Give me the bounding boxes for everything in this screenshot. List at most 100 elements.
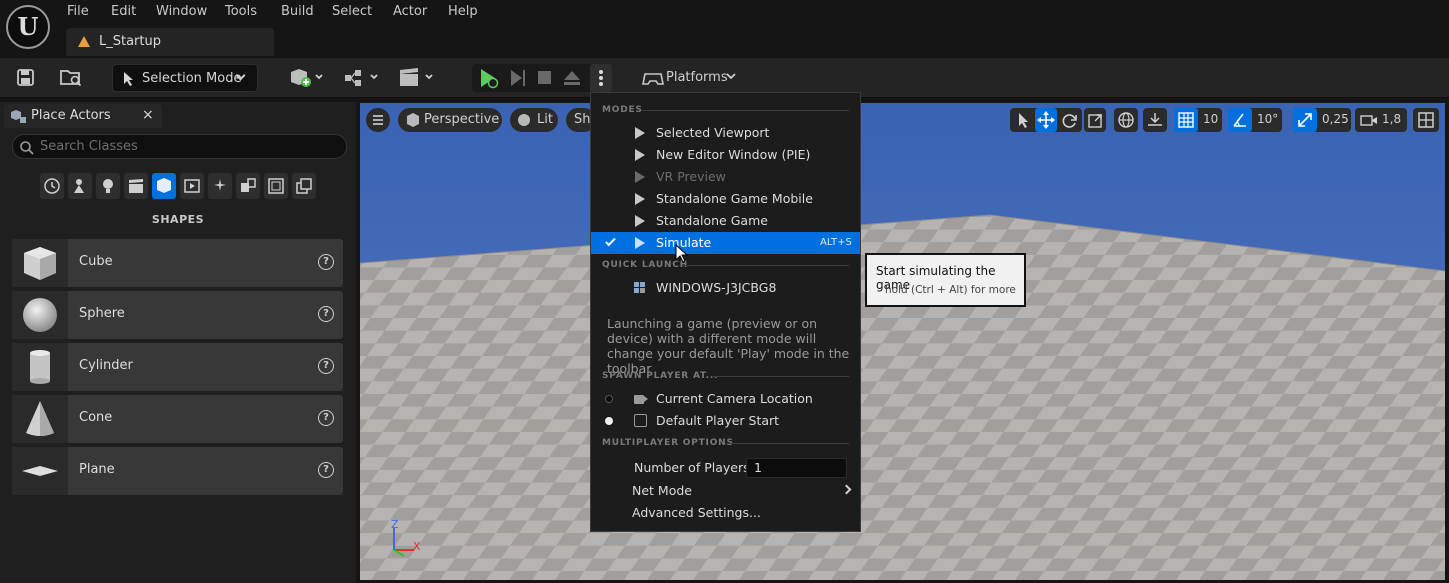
level-tab[interactable]: L_Startup bbox=[66, 28, 274, 56]
unreal-logo-icon[interactable]: U bbox=[6, 5, 50, 49]
stop-icon[interactable] bbox=[536, 69, 554, 87]
spawn-default-player-start[interactable]: Default Player Start bbox=[591, 410, 860, 432]
search-classes-input[interactable]: Search Classes bbox=[12, 134, 347, 159]
hamburger-icon bbox=[373, 115, 383, 125]
level-icon bbox=[78, 36, 90, 47]
translate-icon[interactable] bbox=[1035, 108, 1057, 132]
play-options-button[interactable] bbox=[590, 64, 612, 92]
perspective-button[interactable]: Perspective bbox=[398, 108, 502, 132]
category-cinematic-button[interactable] bbox=[124, 173, 148, 199]
menu-help[interactable]: Help bbox=[448, 4, 478, 20]
level-viewport[interactable] bbox=[360, 103, 1445, 580]
mode-standalone-game[interactable]: Standalone Game bbox=[591, 210, 860, 232]
shape-item-sphere[interactable]: Sphere ? bbox=[12, 291, 343, 339]
mode-vr-preview[interactable]: VR Preview bbox=[591, 166, 860, 188]
advanced-settings-link[interactable]: Advanced Settings... bbox=[632, 505, 761, 520]
grid-icon[interactable] bbox=[1174, 108, 1198, 132]
lit-button[interactable]: Lit bbox=[510, 108, 558, 132]
close-icon[interactable]: × bbox=[142, 107, 154, 123]
menu-build[interactable]: Build bbox=[281, 4, 314, 20]
play-controls bbox=[472, 64, 612, 92]
category-basic-button[interactable] bbox=[68, 173, 92, 199]
viewport-options-button[interactable] bbox=[366, 108, 390, 132]
camera-speed-control[interactable]: 1,8 bbox=[1355, 108, 1407, 132]
category-lights-button[interactable] bbox=[96, 173, 120, 199]
mode-selected-viewport[interactable]: Selected Viewport bbox=[591, 122, 860, 144]
menu-actor[interactable]: Actor bbox=[393, 4, 427, 20]
shape-label: Cone bbox=[79, 410, 113, 425]
shape-item-cylinder[interactable]: Cylinder ? bbox=[12, 343, 343, 391]
gamepad-icon bbox=[642, 73, 664, 85]
category-recent-button[interactable] bbox=[40, 173, 64, 199]
menu-edit[interactable]: Edit bbox=[111, 4, 136, 20]
window-play-icon bbox=[635, 149, 645, 161]
category-shapes-button[interactable] bbox=[152, 173, 176, 199]
blueprint-button[interactable] bbox=[343, 67, 381, 89]
viewport-layout-button[interactable] bbox=[1413, 108, 1439, 132]
world-local-toggle[interactable] bbox=[1114, 108, 1138, 132]
shapes-icon bbox=[157, 178, 171, 193]
shape-item-cube[interactable]: Cube ? bbox=[12, 239, 343, 287]
modes-header: MODES bbox=[602, 105, 643, 115]
eject-icon[interactable] bbox=[562, 68, 582, 88]
shape-label: Plane bbox=[79, 462, 115, 477]
mode-new-editor-window[interactable]: New Editor Window (PIE) bbox=[591, 144, 860, 166]
surface-snap-toggle[interactable] bbox=[1143, 108, 1167, 132]
scale-snap-icon[interactable] bbox=[1293, 108, 1317, 132]
cinematics-button[interactable] bbox=[398, 67, 436, 89]
mode-label: Standalone Game bbox=[656, 213, 768, 228]
place-actors-tab-label: Place Actors bbox=[31, 108, 111, 123]
category-all-classes-button[interactable] bbox=[236, 173, 260, 199]
menu-tools[interactable]: Tools bbox=[225, 4, 257, 20]
place-actors-tab[interactable]: Place Actors × bbox=[4, 104, 162, 128]
menu-select[interactable]: Select bbox=[332, 4, 372, 20]
angle-icon[interactable] bbox=[1228, 108, 1252, 132]
category-visual-effects-button[interactable] bbox=[180, 173, 204, 199]
category-layers-button[interactable] bbox=[292, 173, 316, 199]
platforms-dropdown[interactable]: Platforms bbox=[640, 64, 744, 92]
rotation-snap-control[interactable]: 10° bbox=[1228, 108, 1282, 132]
windows-device-icon bbox=[634, 282, 645, 293]
quick-launch-device[interactable]: WINDOWS-J3JCBG8 bbox=[591, 277, 860, 299]
shape-item-plane[interactable]: Plane ? bbox=[12, 447, 343, 495]
menu-window[interactable]: Window bbox=[156, 4, 207, 20]
select-arrow-icon[interactable] bbox=[1014, 111, 1032, 129]
selection-mode-dropdown[interactable]: Selection Mode bbox=[112, 64, 258, 92]
shape-item-cone[interactable]: Cone ? bbox=[12, 395, 343, 443]
level-tab-label: L_Startup bbox=[99, 34, 161, 49]
save-icon[interactable] bbox=[16, 68, 36, 87]
radio-icon bbox=[605, 395, 613, 403]
mobile-play-icon bbox=[635, 193, 645, 205]
help-icon[interactable]: ? bbox=[318, 254, 334, 270]
cylinder-icon bbox=[12, 343, 68, 391]
scale-tool-button[interactable] bbox=[1084, 108, 1106, 132]
help-icon[interactable]: ? bbox=[318, 358, 334, 374]
cone-icon bbox=[12, 395, 68, 443]
selection-mode-label: Selection Mode bbox=[142, 71, 242, 86]
help-icon[interactable]: ? bbox=[318, 410, 334, 426]
skip-icon[interactable] bbox=[508, 68, 528, 88]
net-mode-menu[interactable]: Net Mode bbox=[632, 483, 692, 498]
category-volumes-button[interactable] bbox=[208, 173, 232, 199]
simulate-tooltip: Start simulating the game hold (Ctrl + A… bbox=[865, 253, 1026, 307]
camera-icon bbox=[1360, 115, 1377, 126]
scale-snap-control[interactable]: 0,25 bbox=[1293, 108, 1351, 132]
add-actor-button[interactable] bbox=[288, 67, 326, 89]
help-icon[interactable]: ? bbox=[318, 306, 334, 322]
platforms-label: Platforms bbox=[666, 70, 728, 85]
grid-snap-control[interactable]: 10 bbox=[1174, 108, 1222, 132]
vr-play-icon bbox=[635, 171, 645, 183]
plane-icon bbox=[12, 447, 68, 495]
show-label: Sh bbox=[574, 112, 591, 127]
category-frame-button[interactable] bbox=[264, 173, 288, 199]
menu-file[interactable]: File bbox=[67, 4, 89, 20]
content-browser-icon[interactable] bbox=[59, 67, 83, 88]
help-icon[interactable]: ? bbox=[318, 462, 334, 478]
number-of-players-input[interactable]: 1 bbox=[746, 458, 847, 478]
launch-description: Launching a game (preview or on device) … bbox=[607, 316, 850, 376]
mode-standalone-mobile[interactable]: Standalone Game Mobile bbox=[591, 188, 860, 210]
play-icon[interactable] bbox=[476, 67, 502, 89]
mode-simulate[interactable]: Simulate ALT+S bbox=[591, 232, 860, 254]
spawn-current-camera[interactable]: Current Camera Location bbox=[591, 388, 860, 410]
rotate-icon[interactable] bbox=[1061, 111, 1079, 129]
